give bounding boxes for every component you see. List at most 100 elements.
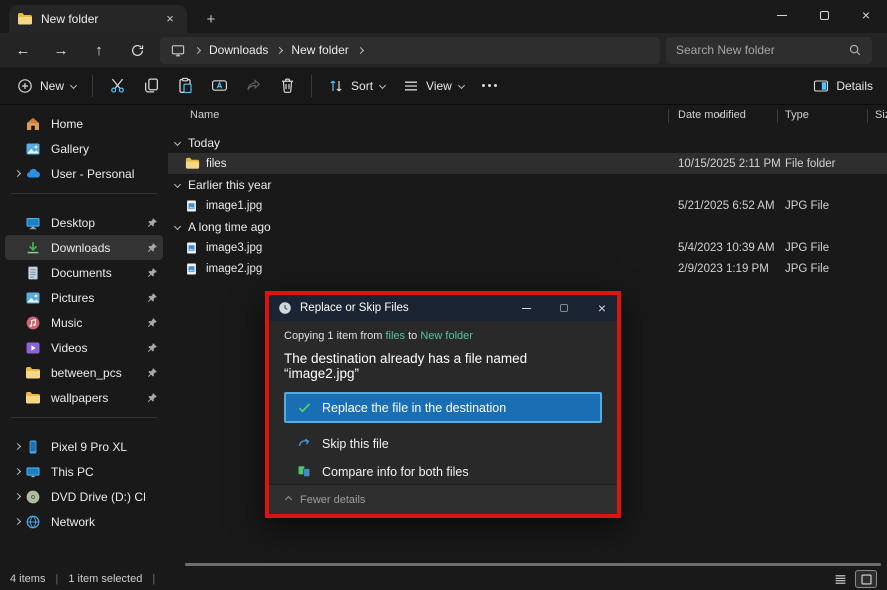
command-bar: New Sort View bbox=[0, 67, 887, 105]
group-header-today[interactable]: Today bbox=[168, 132, 887, 153]
search-icon[interactable] bbox=[848, 43, 862, 57]
toolbar-separator bbox=[92, 75, 93, 97]
breadcrumb-item-downloads[interactable]: Downloads bbox=[209, 43, 268, 57]
column-header-name[interactable]: Name bbox=[190, 109, 219, 121]
sort-button[interactable]: Sort bbox=[319, 72, 394, 100]
chevron-right-icon[interactable] bbox=[13, 443, 20, 450]
paste-button[interactable] bbox=[168, 72, 202, 100]
chevron-down-icon bbox=[70, 82, 77, 89]
gallery-icon bbox=[25, 141, 42, 157]
new-button[interactable]: New bbox=[8, 72, 85, 100]
file-row-image3[interactable]: image3.jpg 5/4/2023 10:39 AM JPG File bbox=[168, 237, 887, 258]
tab-close-icon[interactable]: × bbox=[161, 10, 179, 28]
rename-icon bbox=[211, 77, 228, 94]
cut-button[interactable] bbox=[100, 72, 134, 100]
column-separator[interactable] bbox=[777, 109, 778, 123]
up-button[interactable]: ↑ bbox=[84, 36, 114, 64]
sidebar-item-wallpapers[interactable]: wallpapers bbox=[5, 385, 163, 410]
sidebar-item-this-pc[interactable]: This PC bbox=[5, 459, 163, 484]
sidebar-item-between-pcs[interactable]: between_pcs bbox=[5, 360, 163, 385]
navigation-pane: Home Gallery User - Personal Desktop Dow bbox=[0, 105, 168, 568]
chevron-up-icon bbox=[285, 496, 292, 503]
details-pane-button[interactable]: Details bbox=[813, 78, 873, 94]
maximize-icon bbox=[820, 11, 829, 20]
close-button[interactable]: × bbox=[845, 0, 887, 30]
dialog-close-button[interactable]: × bbox=[587, 295, 617, 321]
dvd-icon bbox=[25, 489, 42, 505]
sidebar-item-desktop[interactable]: Desktop bbox=[5, 210, 163, 235]
chevron-right-icon[interactable] bbox=[13, 493, 20, 500]
chevron-right-icon[interactable] bbox=[13, 518, 20, 525]
explorer-tab[interactable]: New folder × bbox=[9, 5, 187, 33]
minimize-button[interactable] bbox=[761, 0, 803, 30]
copy-status-line: Copying 1 item from files to New folder bbox=[284, 330, 602, 342]
share-icon bbox=[245, 77, 262, 94]
skip-file-button[interactable]: Skip this file bbox=[284, 436, 602, 451]
chevron-right-icon[interactable] bbox=[13, 468, 20, 475]
new-icon bbox=[17, 78, 33, 94]
horizontal-scrollbar[interactable] bbox=[185, 563, 881, 566]
view-icon bbox=[403, 78, 419, 94]
column-header-size[interactable]: Size bbox=[875, 109, 887, 121]
group-header-earlier-this-year[interactable]: Earlier this year bbox=[168, 174, 887, 195]
delete-icon bbox=[279, 77, 296, 94]
refresh-button[interactable] bbox=[122, 36, 152, 64]
sidebar-item-downloads[interactable]: Downloads bbox=[5, 235, 163, 260]
pin-icon bbox=[145, 367, 159, 379]
dialog-maximize-button[interactable] bbox=[549, 295, 579, 321]
sidebar-item-gallery[interactable]: Gallery bbox=[5, 136, 163, 161]
rename-button[interactable] bbox=[202, 72, 236, 100]
source-folder-link[interactable]: files bbox=[385, 330, 405, 342]
sidebar-item-user-personal[interactable]: User - Personal bbox=[5, 161, 163, 186]
sidebar-item-pictures[interactable]: Pictures bbox=[5, 285, 163, 310]
compare-files-button[interactable]: Compare info for both files bbox=[284, 464, 602, 479]
sidebar-item-home[interactable]: Home bbox=[5, 111, 163, 136]
sidebar-item-documents[interactable]: Documents bbox=[5, 260, 163, 285]
breadcrumb-chevron-icon[interactable] bbox=[357, 46, 364, 53]
file-row-image1[interactable]: image1.jpg 5/21/2025 6:52 AM JPG File bbox=[168, 195, 887, 216]
sidebar-item-music[interactable]: Music bbox=[5, 310, 163, 335]
back-button[interactable]: ← bbox=[8, 36, 38, 64]
network-icon bbox=[25, 514, 42, 530]
new-tab-button[interactable]: + bbox=[201, 11, 221, 28]
dialog-minimize-button[interactable] bbox=[511, 295, 541, 321]
conflict-message: The destination already has a file named… bbox=[284, 351, 602, 381]
column-separator[interactable] bbox=[668, 109, 669, 123]
destination-folder-link[interactable]: New folder bbox=[420, 330, 473, 342]
column-header-date-modified[interactable]: Date modified bbox=[678, 109, 746, 121]
breadcrumb-item-new-folder[interactable]: New folder bbox=[291, 43, 348, 57]
selection-count: 1 item selected bbox=[68, 573, 142, 585]
sidebar-item-videos[interactable]: Videos bbox=[5, 335, 163, 360]
image-file-icon bbox=[185, 240, 200, 255]
details-view-toggle[interactable] bbox=[829, 570, 851, 588]
file-row-files[interactable]: files 10/15/2025 2:11 PM File folder bbox=[168, 153, 887, 174]
this-pc-icon[interactable] bbox=[170, 43, 186, 58]
column-header-type[interactable]: Type bbox=[785, 109, 809, 121]
fewer-details-toggle[interactable]: Fewer details bbox=[269, 484, 617, 514]
pin-icon bbox=[145, 242, 159, 254]
forward-button[interactable]: → bbox=[46, 36, 76, 64]
search-input[interactable] bbox=[676, 43, 848, 57]
chevron-right-icon[interactable] bbox=[13, 170, 20, 177]
sidebar-item-dvd-drive[interactable]: DVD Drive (D:) CPRA_X64FRE_ bbox=[5, 484, 163, 509]
file-row-image2[interactable]: image2.jpg 2/9/2023 1:19 PM JPG File bbox=[168, 258, 887, 279]
share-button[interactable] bbox=[236, 72, 270, 100]
column-separator[interactable] bbox=[867, 109, 868, 123]
maximize-button[interactable] bbox=[803, 0, 845, 30]
delete-button[interactable] bbox=[270, 72, 304, 100]
folder-icon bbox=[25, 390, 42, 406]
group-header-a-long-time-ago[interactable]: A long time ago bbox=[168, 216, 887, 237]
sort-icon bbox=[328, 78, 344, 94]
view-button[interactable]: View bbox=[394, 72, 473, 100]
sidebar-item-pixel-9-pro-xl[interactable]: Pixel 9 Pro XL bbox=[5, 434, 163, 459]
copy-button[interactable] bbox=[134, 72, 168, 100]
more-icon bbox=[482, 84, 497, 87]
more-options-button[interactable] bbox=[473, 72, 507, 100]
sidebar-item-network[interactable]: Network bbox=[5, 509, 163, 534]
large-icons-view-icon bbox=[860, 573, 873, 586]
replace-file-button[interactable]: Replace the file in the destination bbox=[284, 392, 602, 423]
large-icons-view-toggle[interactable] bbox=[855, 570, 877, 588]
dialog-title: Replace or Skip Files bbox=[300, 302, 503, 314]
search-box[interactable] bbox=[666, 37, 872, 64]
sidebar-separator bbox=[10, 193, 158, 194]
